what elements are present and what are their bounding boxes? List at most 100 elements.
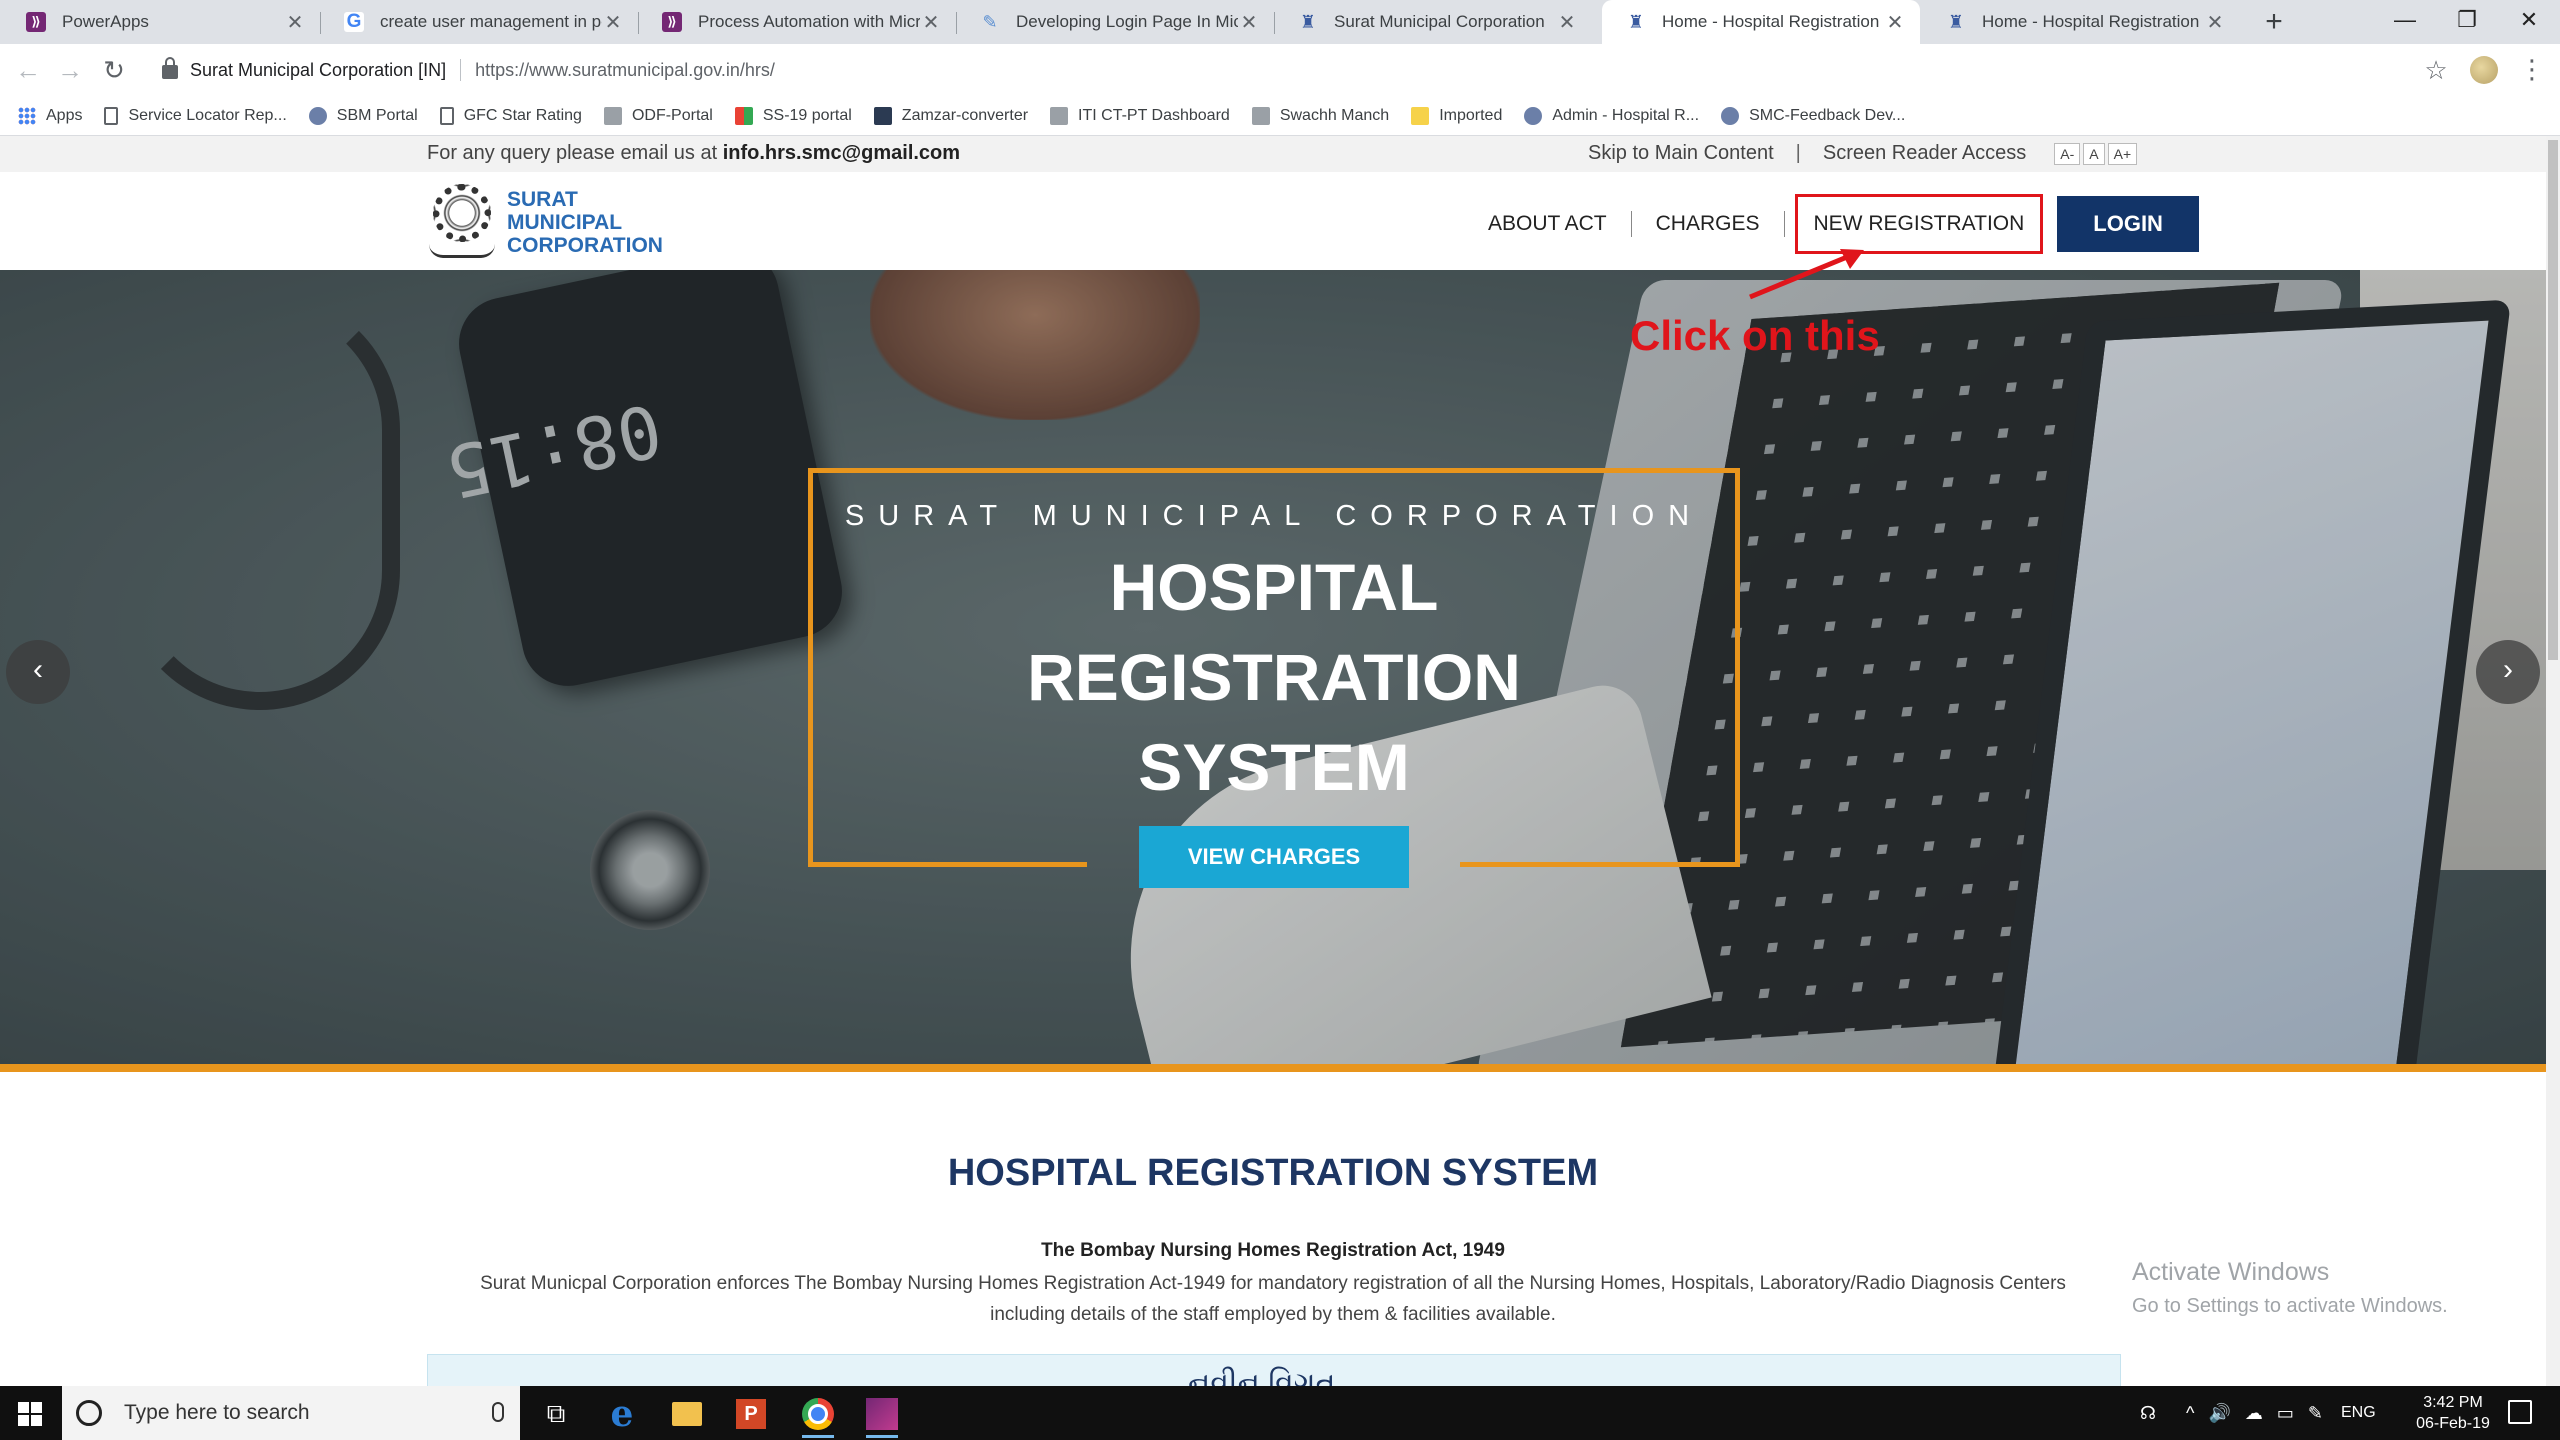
carousel-next-button[interactable]: › bbox=[2476, 640, 2540, 704]
tab-title: create user management in powe bbox=[380, 12, 602, 31]
apps-grid-icon bbox=[18, 106, 36, 125]
font-increase-button[interactable]: A+ bbox=[2107, 142, 2138, 165]
gray-icon bbox=[1050, 106, 1069, 125]
hero-title: HOSPITAL REGISTRATION SYSTEM bbox=[1027, 550, 1521, 804]
tab-powerapps[interactable]: ⟫ PowerApps ✕ bbox=[2, 0, 320, 44]
tab-developing-login[interactable]: ✎ Developing Login Page In Micros ✕ bbox=[956, 0, 1274, 44]
hero-banner: 08:15 SURAT MUNICIPAL CORPORATION HOSPIT… bbox=[0, 270, 2546, 1064]
close-icon[interactable]: ✕ bbox=[1884, 10, 1906, 35]
page-icon bbox=[104, 106, 119, 125]
smc-logo[interactable]: SURAT MUNICIPAL CORPORATION bbox=[427, 180, 663, 264]
bookmark-label: SMC-Feedback Dev... bbox=[1749, 106, 1906, 124]
reload-button[interactable]: ↻ bbox=[96, 52, 132, 88]
tab-title: Surat Municipal Corporation bbox=[1334, 12, 1545, 31]
dev-icon: ✎ bbox=[982, 11, 998, 32]
close-icon[interactable]: ✕ bbox=[1238, 10, 1260, 35]
bookmark-swachh-manch[interactable]: Swachh Manch bbox=[1251, 106, 1389, 125]
annotation-callout: Click on this bbox=[1630, 312, 1880, 359]
bookmark-sbm-portal[interactable]: SBM Portal bbox=[308, 106, 418, 125]
browser-tab-strip: ⟫ PowerApps ✕ G create user management i… bbox=[0, 0, 2560, 44]
volume-icon[interactable]: 🔊 bbox=[2208, 1403, 2230, 1424]
pen-icon[interactable]: ✎ bbox=[2308, 1403, 2323, 1424]
microphone-icon[interactable] bbox=[492, 1402, 504, 1422]
nav-charges[interactable]: CHARGES bbox=[1632, 197, 1784, 251]
network-icon[interactable]: ▭ bbox=[2277, 1403, 2294, 1424]
page-scrollbar[interactable] bbox=[2546, 136, 2560, 1386]
screen-reader-link[interactable]: Screen Reader Access bbox=[1823, 142, 2026, 165]
bookmark-odf-portal[interactable]: ODF-Portal bbox=[603, 106, 713, 125]
bookmark-zamzar[interactable]: Zamzar-converter bbox=[873, 106, 1028, 125]
onedrive-icon[interactable]: ☁ bbox=[2245, 1403, 2263, 1424]
extension-icon[interactable] bbox=[2470, 56, 2498, 84]
notifications-icon[interactable] bbox=[2508, 1400, 2532, 1424]
bookmark-service-locator[interactable]: Service Locator Rep... bbox=[104, 106, 287, 125]
show-hidden-icons[interactable]: ^ bbox=[2186, 1403, 2194, 1424]
login-button[interactable]: LOGIN bbox=[2057, 196, 2199, 252]
bookmark-smc-feedback[interactable]: SMC-Feedback Dev... bbox=[1721, 106, 1906, 125]
close-icon[interactable]: ✕ bbox=[1556, 10, 1578, 35]
address-bar[interactable]: Surat Municipal Corporation [IN] https:/… bbox=[138, 50, 2438, 90]
bookmark-admin-hospital[interactable]: Admin - Hospital R... bbox=[1524, 106, 1699, 125]
new-tab-button[interactable]: + bbox=[2256, 4, 2292, 40]
bookmark-star-icon[interactable]: ☆ bbox=[2418, 52, 2454, 88]
bookmark-iti-ctpt[interactable]: ITI CT-PT Dashboard bbox=[1050, 106, 1230, 125]
hero-kicker: SURAT MUNICIPAL CORPORATION bbox=[844, 500, 1704, 532]
minimize-button[interactable]: — bbox=[2374, 0, 2436, 44]
windows-taskbar: Type here to search ⧉ e P ☊ ^ 🔊 ☁ ▭ ✎ EN… bbox=[0, 1386, 2560, 1440]
close-icon[interactable]: ✕ bbox=[2204, 10, 2226, 35]
language-indicator[interactable]: ENG bbox=[2341, 1404, 2376, 1422]
scrollbar-thumb[interactable] bbox=[2548, 140, 2558, 660]
smc-icon: ♜ bbox=[1299, 11, 1317, 32]
bookmark-label: SS-19 portal bbox=[762, 106, 852, 124]
close-icon[interactable]: ✕ bbox=[602, 10, 624, 35]
powerapps-taskbar-icon[interactable] bbox=[866, 1398, 898, 1438]
forward-button[interactable]: → bbox=[52, 52, 88, 88]
carousel-prev-button[interactable]: ‹ bbox=[6, 640, 70, 704]
search-placeholder: Type here to search bbox=[124, 1401, 310, 1424]
activate-windows-watermark: Activate Windows Go to Settings to activ… bbox=[2132, 1258, 2448, 1317]
smc-icon bbox=[1721, 106, 1740, 125]
taskbar-search-input[interactable]: Type here to search bbox=[62, 1386, 520, 1440]
info-box-text: નવીન વિગત bbox=[1188, 1367, 1336, 1386]
browser-toolbar: ← → ↻ Surat Municipal Corporation [IN] h… bbox=[0, 44, 2560, 96]
view-charges-button[interactable]: VIEW CHARGES bbox=[1139, 826, 1409, 888]
contact-email[interactable]: info.hrs.smc@gmail.com bbox=[723, 142, 960, 164]
edge-icon[interactable]: e bbox=[602, 1393, 642, 1435]
bookmark-ss19[interactable]: SS-19 portal bbox=[734, 106, 852, 125]
windows-start-icon[interactable] bbox=[18, 1402, 42, 1426]
tab-google-search[interactable]: G create user management in powe ✕ bbox=[320, 0, 638, 44]
powerpoint-icon[interactable]: P bbox=[736, 1399, 766, 1429]
restore-button[interactable]: ❐ bbox=[2436, 0, 2498, 44]
bookmark-imported[interactable]: Imported bbox=[1411, 106, 1502, 125]
tab-title: Developing Login Page In Micros bbox=[1016, 12, 1238, 31]
font-decrease-button[interactable]: A- bbox=[2054, 142, 2081, 165]
url-text[interactable]: https://www.suratmunicipal.gov.in/hrs/ bbox=[475, 60, 775, 81]
ss-icon bbox=[734, 106, 753, 125]
info-box: નવીન વિગત bbox=[427, 1354, 2121, 1386]
lock-icon[interactable] bbox=[162, 57, 178, 79]
tab-surat-municipal[interactable]: ♜ Surat Municipal Corporation ✕ bbox=[1274, 0, 1592, 44]
tab-hospital-registration[interactable]: ♜ Home - Hospital Registration Sys ✕ bbox=[1922, 0, 2240, 44]
taskbar-clock[interactable]: 3:42 PM 06-Feb-19 bbox=[2398, 1392, 2508, 1434]
browser-menu-icon[interactable]: ⋮ bbox=[2514, 52, 2550, 88]
bookmark-apps[interactable]: Apps bbox=[18, 106, 82, 125]
zamzar-icon bbox=[873, 106, 892, 125]
skip-to-main-link[interactable]: Skip to Main Content bbox=[1588, 142, 1774, 165]
tab-hospital-registration-active[interactable]: ♜ Home - Hospital Registration Sys ✕ bbox=[1602, 0, 1920, 44]
bookmark-label: GFC Star Rating bbox=[463, 106, 582, 124]
font-normal-button[interactable]: A bbox=[2083, 142, 2105, 165]
tab-process-automation[interactable]: ⟫ Process Automation with Micros ✕ bbox=[638, 0, 956, 44]
file-explorer-icon[interactable] bbox=[672, 1402, 702, 1426]
logo-text: SURAT MUNICIPAL CORPORATION bbox=[507, 187, 663, 257]
system-tray: ☊ ^ 🔊 ☁ ▭ ✎ ENG bbox=[2140, 1386, 2376, 1440]
chrome-icon[interactable] bbox=[802, 1398, 834, 1438]
close-window-button[interactable]: ✕ bbox=[2498, 0, 2560, 44]
bookmark-gfc-star[interactable]: GFC Star Rating bbox=[439, 106, 582, 125]
people-icon[interactable]: ☊ bbox=[2140, 1403, 2156, 1424]
task-view-icon[interactable]: ⧉ bbox=[536, 1394, 576, 1434]
nav-about-act[interactable]: ABOUT ACT bbox=[1464, 197, 1631, 251]
back-button[interactable]: ← bbox=[10, 52, 46, 88]
section-title: HOSPITAL REGISTRATION SYSTEM bbox=[947, 1152, 1599, 1194]
close-icon[interactable]: ✕ bbox=[920, 10, 942, 35]
close-icon[interactable]: ✕ bbox=[284, 10, 306, 35]
